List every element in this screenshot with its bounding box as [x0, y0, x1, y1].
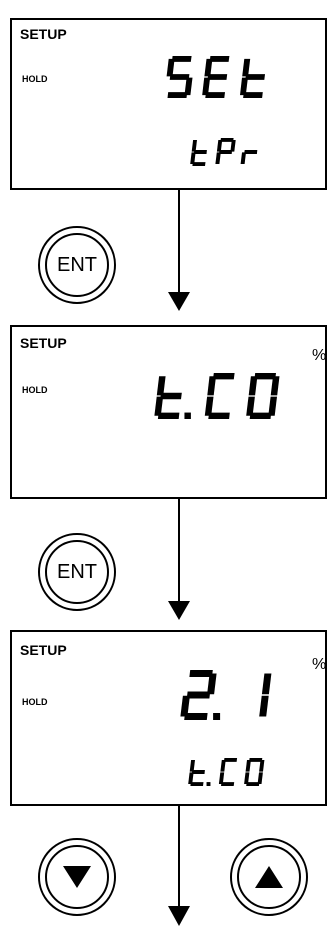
- seg-digit-1: [259, 673, 272, 717]
- flow-arrow-1: [168, 190, 190, 311]
- setup-label: SETUP: [20, 26, 67, 42]
- seg-digit-0: [154, 376, 191, 419]
- decimal-point: [206, 782, 211, 786]
- ent-button-1[interactable]: ENT: [38, 226, 116, 304]
- hold-label: HOLD: [22, 74, 48, 84]
- sub-readout: [188, 758, 265, 786]
- setup-label: SETUP: [20, 335, 67, 351]
- unit-percent: %: [312, 347, 327, 364]
- down-button[interactable]: [38, 838, 116, 916]
- seg-digit-1: [202, 56, 230, 98]
- flow-arrow-2: [168, 499, 190, 620]
- seg-digit-0: [188, 760, 211, 786]
- flow-arrow-3: [168, 806, 190, 926]
- up-button[interactable]: [230, 838, 308, 916]
- seg-digit-2: [244, 758, 265, 786]
- seg-digit-1: [215, 138, 236, 164]
- main-readout: [180, 670, 272, 720]
- up-triangle-icon: [255, 866, 283, 888]
- decimal-point: [213, 713, 221, 720]
- down-triangle-icon: [63, 866, 91, 888]
- unit-percent: %: [312, 656, 327, 673]
- setup-label: SETUP: [20, 642, 67, 658]
- seg-digit-0: [190, 140, 207, 166]
- sub-readout: [190, 138, 258, 166]
- hold-label: HOLD: [22, 385, 48, 395]
- seg-digit-0: [180, 670, 221, 720]
- lcd-screen-2: SETUP HOLD %: [10, 325, 327, 499]
- lcd-screen-1: SETUP HOLD: [10, 18, 327, 190]
- hold-label: HOLD: [22, 697, 48, 707]
- lcd-screen-3: SETUP HOLD %: [10, 630, 327, 806]
- seg-digit-1: [218, 758, 238, 786]
- main-readout: [154, 373, 280, 419]
- ent-label: ENT: [57, 253, 97, 276]
- seg-digit-0: [166, 56, 193, 98]
- main-readout: [166, 56, 265, 98]
- seg-digit-2: [246, 373, 280, 419]
- seg-digit-2: [240, 58, 265, 98]
- decimal-point: [184, 412, 191, 419]
- ent-label: ENT: [57, 560, 97, 583]
- ent-button-2[interactable]: ENT: [38, 533, 116, 611]
- seg-digit-1: [204, 373, 235, 419]
- seg-digit-2: [240, 150, 258, 164]
